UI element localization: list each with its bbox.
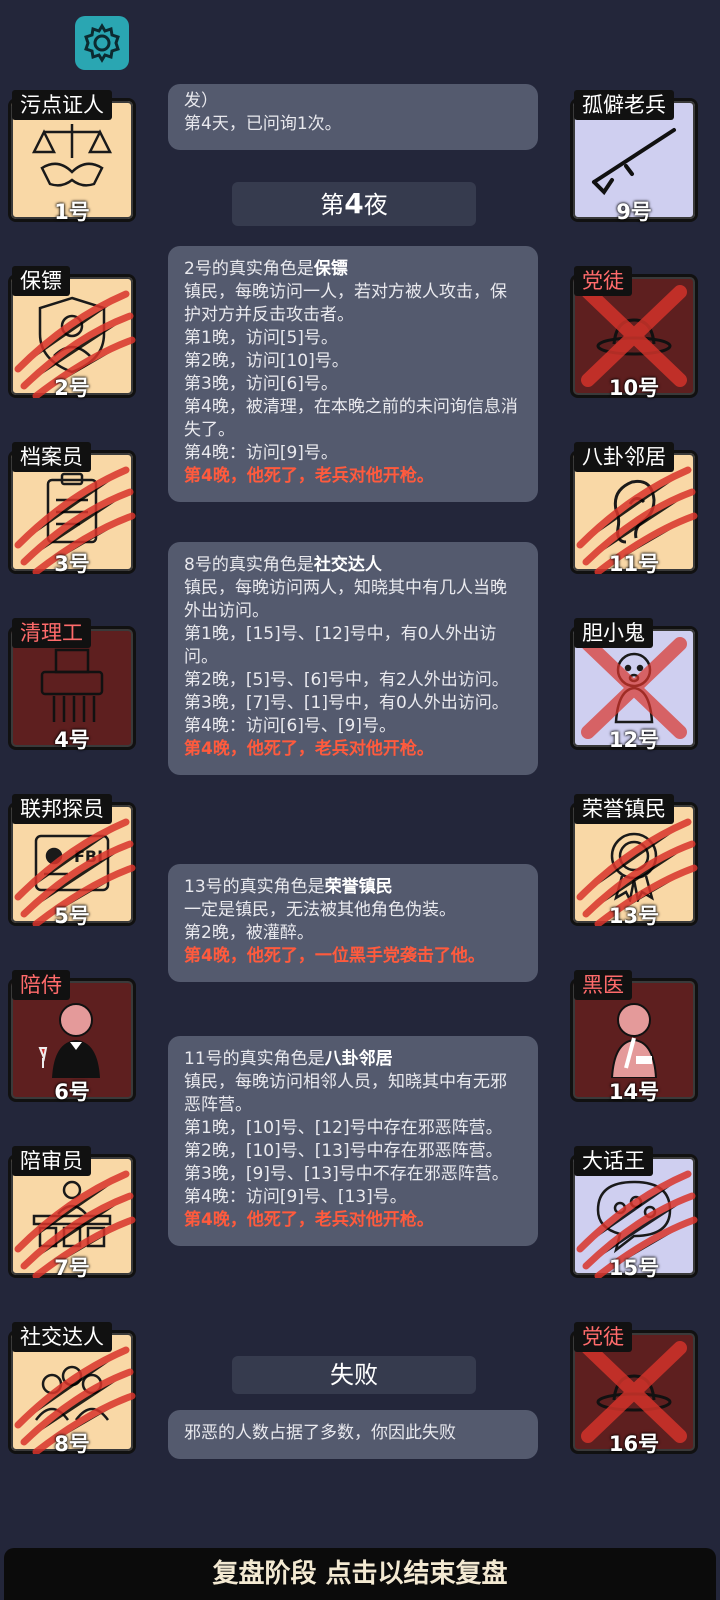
player-card-9[interactable]: 孤僻老兵 9号 xyxy=(570,90,704,226)
log-message: 8号的真实角色是社交达人 镇民，每晚访问两人，知晓其中有几人当晚外出访问。 第1… xyxy=(168,542,538,775)
role-tag: 保镖 xyxy=(12,266,70,296)
log-message-partial: 发） 第4天，已问询1次。 xyxy=(168,84,538,150)
player-card-1[interactable]: 污点证人 1号 xyxy=(8,90,142,226)
hat-icon xyxy=(596,318,672,356)
role-tag: 荣誉镇民 xyxy=(574,794,674,824)
death-note: 第4晚，他死了，老兵对他开枪。 xyxy=(184,466,434,486)
player-number: 11号 xyxy=(608,552,660,576)
role-tag: 八卦邻居 xyxy=(574,442,674,472)
player-number: 15号 xyxy=(608,1256,660,1280)
player-card-10[interactable]: 党徒 10号 xyxy=(570,266,704,402)
player-card-4[interactable]: 清理工 4号 xyxy=(8,618,142,754)
player-number: 6号 xyxy=(54,1080,90,1104)
player-number: 8号 xyxy=(54,1432,90,1456)
player-card-16[interactable]: 党徒 16号 xyxy=(570,1322,704,1458)
role-tag: 胆小鬼 xyxy=(574,618,653,648)
social-group-icon xyxy=(34,1365,110,1421)
role-tag: 黑医 xyxy=(574,970,632,1000)
player-number: 14号 xyxy=(608,1080,660,1104)
fbi-badge-icon: FBI xyxy=(34,834,110,892)
role-tag: 党徒 xyxy=(574,266,632,296)
player-card-3[interactable]: 档案员 3号 xyxy=(8,442,142,578)
player-number: 3号 xyxy=(54,552,90,576)
role-tag: 清理工 xyxy=(12,618,91,648)
result-message: 邪恶的人数占据了多数，你因此失败 xyxy=(168,1410,538,1459)
clipboard-icon xyxy=(46,472,98,544)
rifle-icon xyxy=(592,128,676,196)
player-number: 7号 xyxy=(54,1256,90,1280)
hat-icon xyxy=(596,1374,672,1412)
waiter-icon xyxy=(38,1003,100,1078)
medal-icon xyxy=(610,832,658,902)
player-card-12[interactable]: 胆小鬼 12号 xyxy=(570,618,704,754)
settings-button[interactable] xyxy=(75,16,129,70)
death-note: 第4晚，他死了，一位黑手党袭击了他。 xyxy=(184,946,485,966)
player-number: 12号 xyxy=(608,728,660,752)
shredder-icon xyxy=(40,648,104,722)
player-number: 10号 xyxy=(608,376,660,400)
speech-bubble-icon xyxy=(596,1180,672,1254)
player-card-7[interactable]: 陪审员 7号 xyxy=(8,1146,142,1282)
log-message: 11号的真实角色是八卦邻居 镇民，每晚访问相邻人员，知晓其中有无邪恶阵营。 第1… xyxy=(168,1036,538,1246)
scared-figure-icon xyxy=(614,652,654,724)
player-card-6[interactable]: 陪侍 6号 xyxy=(8,970,142,1106)
player-number: 9号 xyxy=(616,200,652,224)
player-number: 16号 xyxy=(608,1432,660,1456)
jury-box-icon xyxy=(32,1180,112,1248)
player-number: 5号 xyxy=(54,904,90,928)
role-tag: 社交达人 xyxy=(12,1322,112,1352)
night-header: 第4夜 xyxy=(232,182,476,226)
role-tag: 污点证人 xyxy=(12,90,112,120)
role-tag: 大话王 xyxy=(574,1146,653,1176)
player-card-8[interactable]: 社交达人 8号 xyxy=(8,1322,142,1458)
role-tag: 孤僻老兵 xyxy=(574,90,674,120)
player-number: 13号 xyxy=(608,904,660,928)
role-tag: 陪审员 xyxy=(12,1146,91,1176)
log-message: 13号的真实角色是荣誉镇民 一定是镇民，无法被其他角色伪装。 第2晚，被灌醉。 … xyxy=(168,864,538,982)
bodyguard-shield-icon xyxy=(38,296,106,374)
death-note: 第4晚，他死了，老兵对他开枪。 xyxy=(184,739,434,759)
ear-icon xyxy=(613,479,656,544)
player-card-2[interactable]: 保镖 2号 xyxy=(8,266,142,402)
role-tag: 档案员 xyxy=(12,442,91,472)
svg-text:FBI: FBI xyxy=(74,847,103,866)
role-tag: 陪侍 xyxy=(12,970,70,1000)
game-log[interactable]: 发） 第4天，已问询1次。 第4夜 2号的真实角色是保镖 镇民，每晚访问一人，若… xyxy=(160,84,552,1496)
player-card-15[interactable]: 大话王 15号 xyxy=(570,1146,704,1282)
player-number: 1号 xyxy=(54,200,90,224)
player-card-11[interactable]: 八卦邻居 11号 xyxy=(570,442,704,578)
log-message: 2号的真实角色是保镖 镇民，每晚访问一人，若对方被人攻击，保护对方并反击攻击者。… xyxy=(168,246,538,502)
role-tag: 党徒 xyxy=(574,1322,632,1352)
player-card-5[interactable]: FBI 联邦探员 5号 xyxy=(8,794,142,930)
player-number: 4号 xyxy=(54,728,90,752)
player-number: 2号 xyxy=(54,376,90,400)
doctor-knife-icon xyxy=(610,1003,658,1078)
player-card-13[interactable]: 荣誉镇民 13号 xyxy=(570,794,704,930)
justice-scale-icon xyxy=(31,124,113,187)
end-review-button[interactable]: 复盘阶段 点击以结束复盘 xyxy=(4,1548,716,1600)
role-tag: 联邦探员 xyxy=(12,794,112,824)
player-card-14[interactable]: 黑医 14号 xyxy=(570,970,704,1106)
result-header: 失败 xyxy=(232,1356,476,1394)
gear-icon xyxy=(84,23,120,63)
death-note: 第4晚，他死了，老兵对他开枪。 xyxy=(184,1210,434,1230)
